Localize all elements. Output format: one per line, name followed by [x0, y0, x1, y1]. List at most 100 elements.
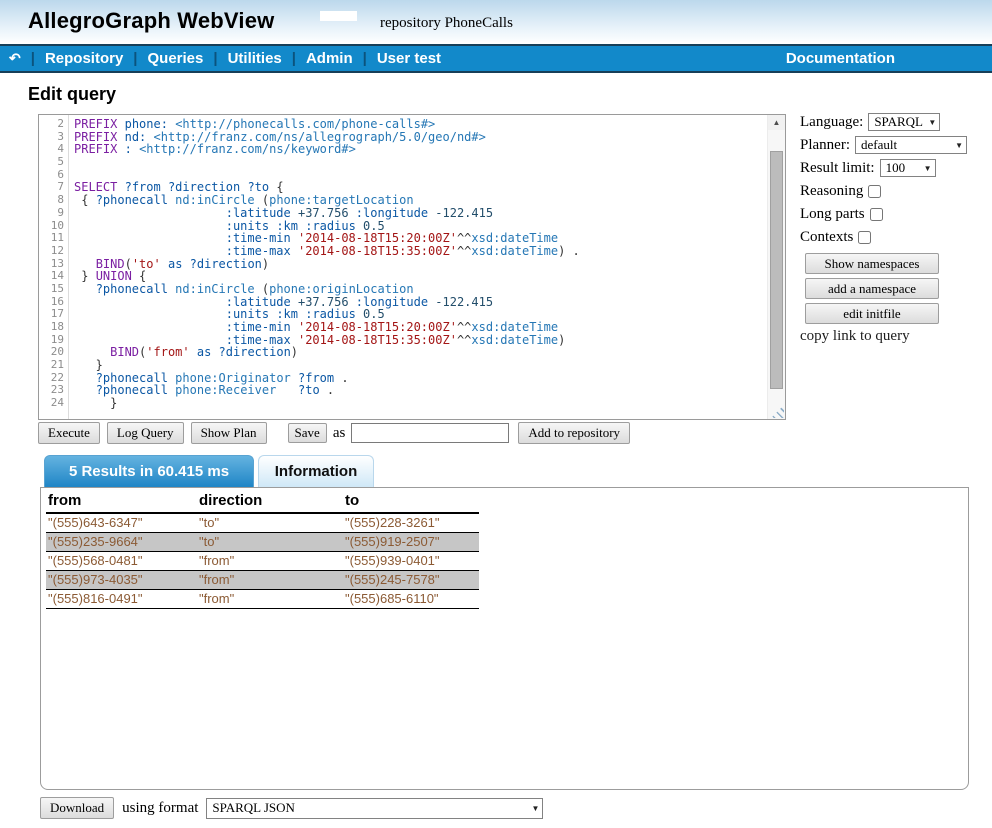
add-namespace-button[interactable]: add a namespace: [805, 278, 939, 299]
table-row: "(555)973-4035""from""(555)245-7578": [46, 571, 479, 590]
code-line: BIND('to' as ?direction): [74, 258, 767, 271]
result-limit-label: Result limit:: [800, 160, 875, 177]
result-cell: "(555)816-0491": [46, 590, 197, 609]
nav-item-admin[interactable]: Admin: [306, 50, 353, 67]
long-parts-label: Long parts: [800, 206, 865, 223]
format-select-value: SPARQL JSON: [212, 800, 295, 816]
save-as-label: as: [333, 425, 346, 442]
line-number: 9: [39, 207, 68, 220]
planner-label: Planner:: [800, 137, 850, 154]
code-gutter: 23456789101112131415161718192021222324: [39, 115, 69, 419]
nav-item-utilities[interactable]: Utilities: [228, 50, 282, 67]
tab-information[interactable]: Information: [258, 455, 374, 487]
result-limit-select-value: 100: [886, 160, 906, 176]
back-arrow-icon[interactable]: ↶: [9, 50, 21, 67]
planner-select[interactable]: default ▼: [855, 136, 967, 154]
nav-item-documentation[interactable]: Documentation: [786, 50, 895, 67]
save-button[interactable]: Save: [288, 423, 327, 443]
line-number: 2: [39, 118, 68, 131]
result-limit-select[interactable]: 100 ▼: [880, 159, 936, 177]
nav-separator: |: [31, 50, 35, 67]
nav-separator: |: [292, 50, 296, 67]
line-number: 8: [39, 194, 68, 207]
planner-select-value: default: [861, 137, 897, 153]
result-cell: "(555)685-6110": [343, 590, 479, 609]
using-format-label: using format: [122, 800, 198, 817]
line-number: 11: [39, 232, 68, 245]
line-number: 18: [39, 321, 68, 334]
language-label: Language:: [800, 114, 863, 131]
code-line: BIND('from' as ?direction): [74, 346, 767, 359]
dropdown-arrow-icon: ▼: [928, 118, 936, 127]
nav-separator: |: [213, 50, 217, 67]
repository-label: repository PhoneCalls: [380, 15, 513, 32]
result-cell: "to": [197, 533, 343, 552]
result-cell: "from": [197, 552, 343, 571]
contexts-checkbox[interactable]: [858, 231, 871, 244]
nav-separator: |: [363, 50, 367, 67]
result-cell: "from": [197, 571, 343, 590]
result-cell: "from": [197, 590, 343, 609]
query-editor: 23456789101112131415161718192021222324 P…: [38, 114, 786, 420]
header-artifact-box: [320, 11, 357, 21]
format-select[interactable]: SPARQL JSON ▼: [206, 798, 543, 819]
table-row: "(555)816-0491""from""(555)685-6110": [46, 590, 479, 609]
table-row: "(555)643-6347""to""(555)228-3261": [46, 513, 479, 533]
language-select[interactable]: SPARQL ▼: [868, 113, 940, 131]
results-table-body: "(555)643-6347""to""(555)228-3261""(555)…: [46, 513, 479, 609]
page-title: Edit query: [28, 84, 116, 105]
nav-separator: |: [133, 50, 137, 67]
result-cell: "to": [197, 513, 343, 533]
results-header-row: from direction to: [46, 491, 479, 513]
dropdown-arrow-icon: ▼: [532, 804, 540, 813]
save-name-input[interactable]: [351, 423, 509, 443]
show-namespaces-button[interactable]: Show namespaces: [805, 253, 939, 274]
result-cell: "(555)245-7578": [343, 571, 479, 590]
nav-items: | Repository | Queries | Utilities | Admin | User…: [31, 50, 441, 67]
editor-scrollbar[interactable]: ▲: [767, 115, 785, 419]
code-line: }: [74, 397, 767, 410]
execute-button[interactable]: Execute: [38, 422, 100, 444]
resize-grip-icon[interactable]: [771, 405, 784, 418]
query-code-area[interactable]: PREFIX phone: <http://phonecalls.com/pho…: [69, 115, 767, 419]
page-header: AllegroGraph WebView repository PhoneCal…: [0, 0, 992, 44]
dropdown-arrow-icon: ▼: [955, 141, 963, 150]
line-number: 12: [39, 245, 68, 258]
dropdown-arrow-icon: ▼: [924, 164, 932, 173]
allegrograph-webview-page: AllegroGraph WebView repository PhoneCal…: [0, 0, 992, 828]
scrollbar-thumb[interactable]: [770, 151, 783, 389]
add-to-repository-button[interactable]: Add to repository: [518, 422, 630, 444]
nav-item-user-test[interactable]: User test: [377, 50, 441, 67]
show-plan-button[interactable]: Show Plan: [191, 422, 267, 444]
log-query-button[interactable]: Log Query: [107, 422, 184, 444]
edit-initfile-button[interactable]: edit initfile: [805, 303, 939, 324]
query-options-panel: Language: SPARQL ▼ Planner: default ▼ Re…: [800, 112, 992, 345]
result-cell: "(555)228-3261": [343, 513, 479, 533]
tab-results[interactable]: 5 Results in 60.415 ms: [44, 455, 254, 487]
language-select-value: SPARQL: [874, 114, 923, 130]
nav-item-repository[interactable]: Repository: [45, 50, 123, 67]
query-toolbar: Execute Log Query Show Plan Save as Add …: [38, 422, 630, 444]
main-nav: ↶ | Repository | Queries | Utilities | Admin | Us…: [0, 44, 992, 73]
app-title: AllegroGraph WebView: [28, 8, 274, 34]
scroll-up-icon[interactable]: ▲: [768, 115, 785, 130]
line-number: 15: [39, 283, 68, 296]
nav-item-queries[interactable]: Queries: [148, 50, 204, 67]
code-line: PREFIX : <http://franz.com/ns/keyword#>: [74, 143, 767, 156]
table-row: "(555)568-0481""from""(555)939-0401": [46, 552, 479, 571]
result-cell: "(555)939-0401": [343, 552, 479, 571]
results-tabs: 5 Results in 60.415 ms Information: [44, 455, 374, 487]
long-parts-checkbox[interactable]: [870, 208, 883, 221]
results-panel: from direction to "(555)643-6347""to""(5…: [40, 487, 969, 790]
download-button[interactable]: Download: [40, 797, 114, 819]
code-line: ?phonecall phone:Receiver ?to .: [74, 384, 767, 397]
result-cell: "(555)235-9664": [46, 533, 197, 552]
reasoning-checkbox[interactable]: [868, 185, 881, 198]
code-line: [74, 156, 767, 169]
copy-link-to-query[interactable]: copy link to query: [800, 328, 992, 345]
result-cell: "(555)568-0481": [46, 552, 197, 571]
line-number: 5: [39, 156, 68, 169]
contexts-label: Contexts: [800, 229, 853, 246]
column-header-from: from: [46, 491, 197, 513]
result-cell: "(555)643-6347": [46, 513, 197, 533]
